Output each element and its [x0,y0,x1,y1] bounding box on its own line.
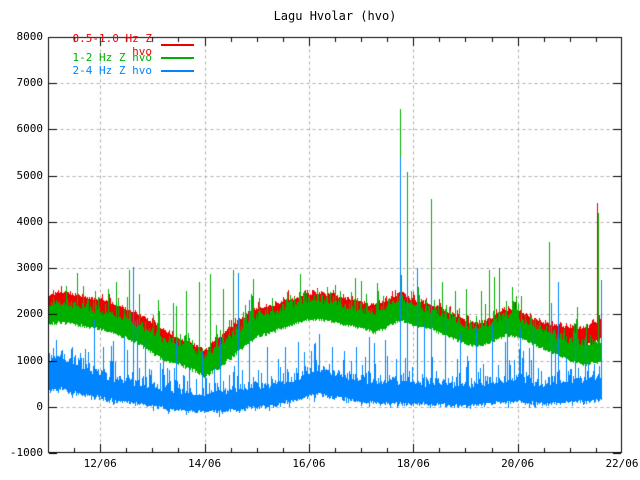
y-tick-label: -1000 [0,446,43,460]
legend-label: 1-2 Hz Z hvo [48,51,152,64]
y-tick-label: 3000 [0,261,43,275]
y-tick-label: 7000 [0,76,43,90]
y-tick-label: 8000 [0,30,43,44]
legend-line-sample [161,57,194,59]
y-tick-label: 5000 [0,169,43,183]
y-tick-label: 4000 [0,215,43,229]
plot-title: Lagu Hvolar (hvo) [48,9,622,23]
legend-line-sample [161,70,194,72]
x-tick-label: 14/06 [177,457,233,471]
y-tick-label: 2000 [0,307,43,321]
tremor-plot-screen: Lagu Hvolar (hvo) 8000 7000 6000 5000 4000 30… [0,0,640,480]
legend-item: 1-2 Hz Z hvo [48,51,194,64]
x-tick-label: 12/06 [72,457,128,471]
y-tick-label: 0 [0,400,43,414]
x-tick-label: 22/06 [594,457,640,471]
legend-item: 0.5-1.0 Hz Z hvo [48,38,194,51]
x-tick-label: 20/06 [490,457,546,471]
y-tick-label: 1000 [0,354,43,368]
x-tick-label: 18/06 [385,457,441,471]
legend-item: 2-4 Hz Z hvo [48,64,194,77]
legend-line-sample [161,44,194,46]
legend-label: 2-4 Hz Z hvo [48,64,152,77]
x-tick-label: 16/06 [281,457,337,471]
legend: 0.5-1.0 Hz Z hvo 1-2 Hz Z hvo 2-4 Hz Z h… [48,38,194,77]
y-tick-label: 6000 [0,122,43,136]
